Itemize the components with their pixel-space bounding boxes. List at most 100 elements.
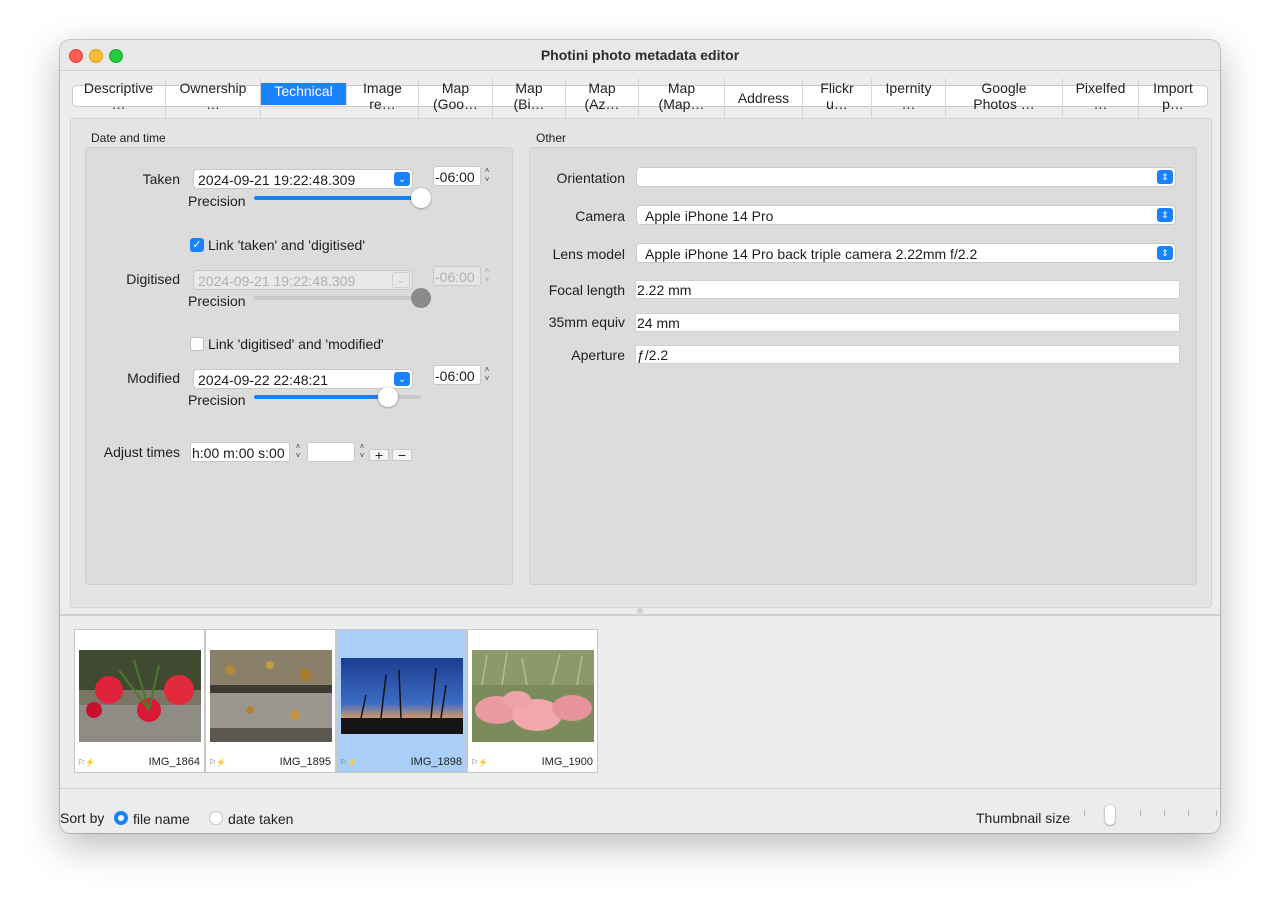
footer-bar: Sort by file name date taken Thumbnail s… <box>60 788 1220 833</box>
link-taken-digitised-label: Link 'taken' and 'digitised' <box>208 237 366 253</box>
photo-sunset-grass <box>341 658 463 734</box>
taken-precision-handle[interactable] <box>411 188 431 208</box>
digitised-datetime-combo: 2024-09-21 19:22:48.309 ⌄ <box>193 270 413 290</box>
subtract-offset-button[interactable]: − <box>392 448 412 462</box>
digitised-datetime-value: 2024-09-21 19:22:48.309 <box>198 273 356 289</box>
slider-tick <box>1216 810 1217 816</box>
camera-value: Apple iPhone 14 Pro <box>645 208 774 224</box>
slider-tick <box>1188 810 1189 816</box>
modified-precision-handle[interactable] <box>377 387 398 407</box>
adjust-time-offset-field[interactable]: h:00 m:00 s:00 <box>190 442 290 462</box>
modified-precision-fill <box>254 395 388 399</box>
thumbnail-flags-icon: ⚐⚡ <box>209 758 227 767</box>
modified-timezone-field[interactable]: -06:00 <box>433 365 481 385</box>
adjust-timezone-stepper-icon[interactable]: ˄ ˅ <box>357 442 367 462</box>
sort-by-label: Sort by <box>60 810 105 826</box>
other-group-title: Other <box>536 131 567 145</box>
tab-map-mapbox[interactable]: Map (Map… <box>639 78 725 118</box>
thumbnail-name: IMG_1864 <box>148 756 200 768</box>
equiv-35mm-label: 35mm equiv <box>548 314 625 330</box>
tab-ownership[interactable]: Ownership … <box>166 78 261 118</box>
tab-label: Flickr u… <box>820 80 854 112</box>
modified-timezone-stepper-icon[interactable]: ˄ ˅ <box>482 365 492 385</box>
focal-length-field[interactable]: 2.22 mm <box>635 280 1180 299</box>
tab-map-azure[interactable]: Map (Az… <box>566 78 639 118</box>
slider-tick <box>1084 810 1085 816</box>
tab-map-bing[interactable]: Map (Bi… <box>493 78 566 118</box>
camera-combo[interactable]: Apple iPhone 14 Pro ⇕ <box>636 205 1176 225</box>
tab-technical[interactable]: Technical … <box>261 83 347 105</box>
adjust-time-stepper-icon[interactable]: ˄ ˅ <box>293 442 303 462</box>
tab-import-photos[interactable]: Import p… <box>1139 78 1207 118</box>
technical-pane: Date and time Taken 2024-09-21 19:22:48.… <box>70 118 1212 608</box>
lens-model-combo[interactable]: Apple iPhone 14 Pro back triple camera 2… <box>636 243 1176 263</box>
thumbnail-img-1864[interactable]: ⚐⚡ IMG_1864 <box>74 629 205 773</box>
taken-timezone-stepper-icon[interactable]: ˄ ˅ <box>482 166 492 186</box>
tab-label: Import p… <box>1153 80 1193 112</box>
thumbnail-img-1898[interactable]: ⚐⚡ IMG_1898 <box>336 629 467 773</box>
link-taken-digitised-checkbox[interactable]: ✓ <box>190 238 204 252</box>
lens-model-value: Apple iPhone 14 Pro back triple camera 2… <box>645 246 978 262</box>
up-down-chevron-icon[interactable]: ⇕ <box>1157 170 1173 184</box>
add-offset-button[interactable]: + <box>369 448 389 462</box>
sort-date-taken-label: date taken <box>228 811 294 827</box>
digitised-timezone-stepper-icon: ˄ ˅ <box>484 266 490 284</box>
camera-label: Camera <box>575 208 625 224</box>
chevron-down-icon[interactable]: ⌄ <box>394 172 410 186</box>
taken-precision-label: Precision <box>188 193 246 209</box>
slider-tick <box>1140 810 1141 816</box>
window-title: Photini photo metadata editor <box>540 47 740 63</box>
digitised-precision-handle <box>411 288 431 308</box>
main-window: Photini photo metadata editor Descriptiv… <box>60 40 1220 833</box>
tab-image-regions[interactable]: Image re… <box>347 78 419 118</box>
slider-tick <box>1164 810 1165 816</box>
tab-label: Map (Bi… <box>513 80 545 112</box>
digitised-precision-track <box>254 296 421 300</box>
tab-label: Map (Az… <box>584 80 620 112</box>
link-digitised-modified-checkbox[interactable] <box>190 337 204 351</box>
tab-label: Address <box>737 90 790 106</box>
thumbnail-size-slider-handle[interactable] <box>1105 805 1116 825</box>
adjust-timezone-offset-field[interactable] <box>307 442 355 462</box>
thumbnail-img-1895[interactable]: ⚐⚡ IMG_1895 <box>205 629 336 773</box>
orientation-combo[interactable]: ⇕ <box>636 167 1176 187</box>
date-time-group: Taken 2024-09-21 19:22:48.309 ⌄ -06:00 ˄… <box>85 147 513 585</box>
modified-datetime-combo[interactable]: 2024-09-22 22:48:21 ⌄ <box>193 369 413 389</box>
adjust-times-label: Adjust times <box>103 444 180 460</box>
tab-label: Pixelfed … <box>1075 80 1126 112</box>
taken-datetime-combo[interactable]: 2024-09-21 19:22:48.309 ⌄ <box>193 169 413 189</box>
tab-ipernity[interactable]: Ipernity … <box>872 78 946 118</box>
up-down-chevron-icon[interactable]: ⇕ <box>1157 246 1173 260</box>
sort-date-taken-radio[interactable] <box>209 811 223 825</box>
tab-address[interactable]: Address <box>725 78 803 118</box>
tab-label: Image re… <box>363 80 402 112</box>
photo-red-flowers <box>79 650 201 742</box>
splitter-handle[interactable] <box>637 608 643 614</box>
tab-descriptive[interactable]: Descriptive … <box>72 78 166 118</box>
thumbnail-flags-icon: ⚐⚡ <box>471 758 489 767</box>
taken-precision-fill <box>254 196 421 200</box>
tab-pixelfed[interactable]: Pixelfed … <box>1063 78 1139 118</box>
chevron-down-icon[interactable]: ⌄ <box>394 372 410 386</box>
taken-timezone-field[interactable]: -06:00 <box>433 166 481 186</box>
aperture-label: Aperture <box>571 347 625 363</box>
photo-pink-sedum <box>472 650 594 742</box>
date-time-group-title: Date and time <box>91 131 166 145</box>
other-group: Orientation ⇕ Camera Apple iPhone 14 Pro… <box>529 147 1197 585</box>
equiv-35mm-field[interactable]: 24 mm <box>635 313 1180 332</box>
taken-label: Taken <box>142 171 180 187</box>
sort-file-name-radio[interactable] <box>114 811 128 825</box>
modified-label: Modified <box>127 370 180 386</box>
thumbnail-size-label: Thumbnail size <box>976 810 1071 826</box>
link-digitised-modified-label: Link 'digitised' and 'modified' <box>208 336 384 352</box>
digitised-timezone-field: -06:00 <box>433 266 481 286</box>
thumbnail-img-1900[interactable]: ⚐⚡ IMG_1900 <box>467 629 598 773</box>
title-bar: Photini photo metadata editor <box>60 40 1220 71</box>
digitised-precision-label: Precision <box>188 293 246 309</box>
tab-map-google[interactable]: Map (Goo… <box>419 78 493 118</box>
tab-flickr[interactable]: Flickr u… <box>803 78 872 118</box>
tab-google-photos[interactable]: Google Photos … <box>946 78 1063 118</box>
up-down-chevron-icon[interactable]: ⇕ <box>1157 208 1173 222</box>
aperture-field[interactable]: ƒ/2.2 <box>635 345 1180 364</box>
thumbnail-flags-icon: ⚐⚡ <box>78 758 96 767</box>
